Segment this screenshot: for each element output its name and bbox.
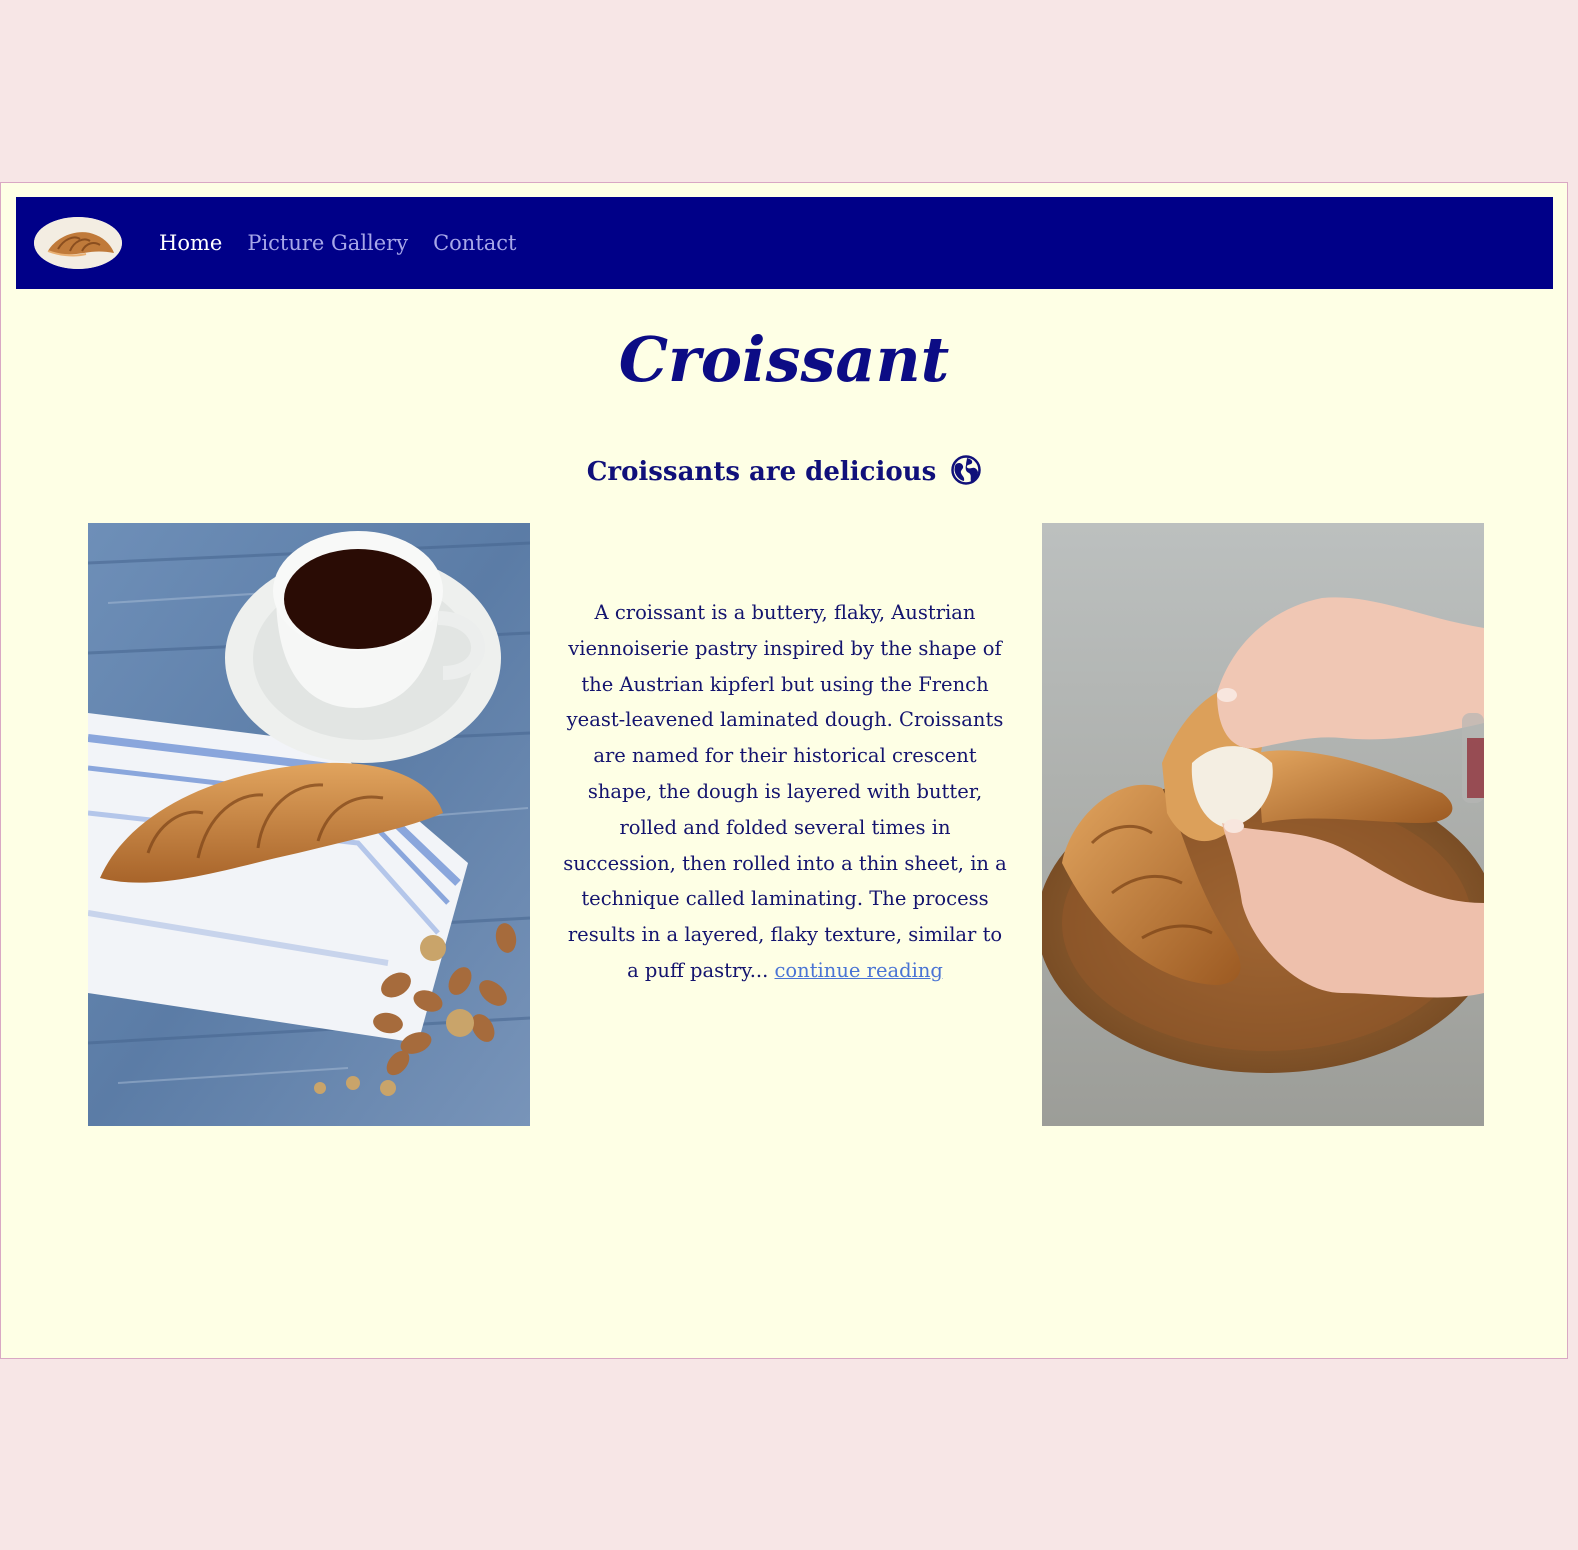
hands-croissant-photo xyxy=(1042,523,1484,1126)
nav-links: Home Picture Gallery Contact xyxy=(159,197,517,289)
intro-paragraph: A croissant is a buttery, flaky, Austria… xyxy=(561,595,1009,989)
subtitle-text: Croissants are delicious xyxy=(586,457,937,487)
croissant-coffee-photo xyxy=(88,523,530,1126)
croissant-logo[interactable] xyxy=(34,217,122,269)
page-title: Croissant xyxy=(618,323,950,396)
nav-contact-link[interactable]: Contact xyxy=(433,231,516,255)
navbar: Home Picture Gallery Contact xyxy=(16,197,1553,289)
nav-gallery-link[interactable]: Picture Gallery xyxy=(247,231,408,255)
page-container: Home Picture Gallery Contact Croissant C… xyxy=(0,182,1568,1359)
nav-home-link[interactable]: Home xyxy=(159,231,222,255)
globe-icon xyxy=(951,455,982,492)
intro-text: A croissant is a buttery, flaky, Austria… xyxy=(563,601,1007,982)
page-subtitle: Croissants are delicious xyxy=(1,455,1567,492)
continue-reading-link[interactable]: continue reading xyxy=(775,959,943,982)
